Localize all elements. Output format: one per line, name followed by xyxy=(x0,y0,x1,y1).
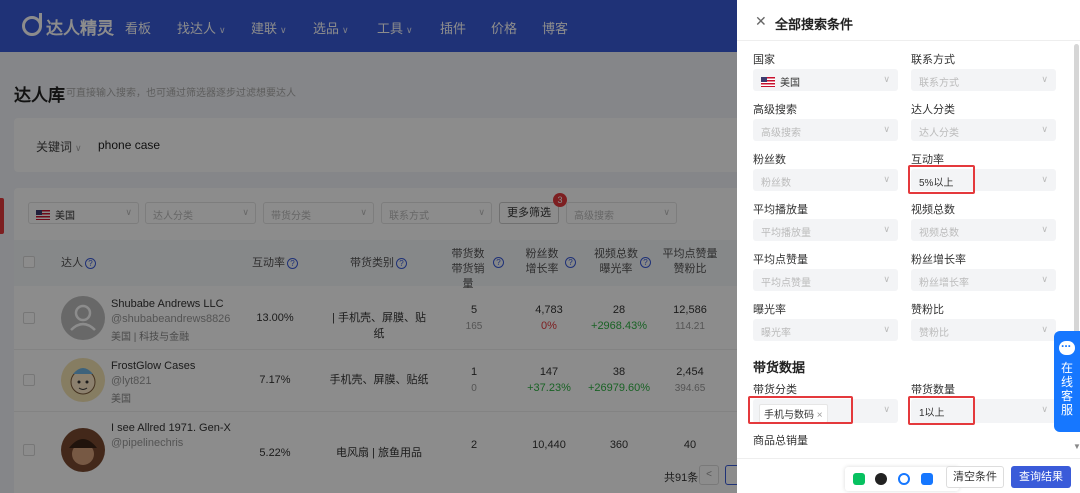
wechat-icon[interactable] xyxy=(853,473,865,485)
drawer-scrollbar[interactable] xyxy=(1074,44,1079,336)
qq-icon[interactable] xyxy=(875,473,887,485)
chevron-down-icon: ∨ xyxy=(1041,74,1048,84)
like-follower-ratio-label: 赞粉比 xyxy=(911,304,944,316)
avg-likes-label: 平均点赞量 xyxy=(753,254,808,266)
creator-category-select[interactable]: 达人分类 ∨ xyxy=(911,119,1056,141)
chevron-down-icon: ∨ xyxy=(883,124,890,134)
exposure-select[interactable]: 曝光率 ∨ xyxy=(753,319,898,341)
chevron-down-icon: ∨ xyxy=(883,174,890,184)
advanced-search-label: 高级搜索 xyxy=(753,104,797,116)
chevron-down-icon: ∨ xyxy=(883,324,890,334)
creator-category-label: 达人分类 xyxy=(911,104,955,116)
chevron-down-icon: ∨ xyxy=(1041,174,1048,184)
avg-likes-select[interactable]: 平均点赞量 ∨ xyxy=(753,269,898,291)
chevron-down-icon: ∨ xyxy=(883,74,890,84)
chevron-down-icon: ∨ xyxy=(1041,404,1048,414)
country-label: 国家 xyxy=(753,54,775,66)
clear-conditions-button[interactable]: 清空条件 xyxy=(946,466,1004,488)
highlight-box xyxy=(908,165,975,194)
highlight-box xyxy=(908,396,975,425)
goods-count-label: 带货数量 xyxy=(911,384,955,396)
chevron-down-icon: ∨ xyxy=(1041,324,1048,334)
chevron-down-icon: ∨ xyxy=(1041,274,1048,284)
query-results-button[interactable]: 查询结果 xyxy=(1011,466,1071,488)
follower-growth-label: 粉丝增长率 xyxy=(911,254,966,266)
chevron-down-icon: ∨ xyxy=(1041,124,1048,134)
highlight-box xyxy=(748,396,853,424)
like-follower-ratio-select[interactable]: 赞粉比 ∨ xyxy=(911,319,1056,341)
country-select[interactable]: 美国 ∨ xyxy=(753,69,898,91)
exposure-label: 曝光率 xyxy=(753,304,786,316)
modal-overlay[interactable] xyxy=(0,0,737,493)
goods-data-section-title: 带货数据 xyxy=(753,360,806,375)
goods-category-label: 带货分类 xyxy=(753,384,797,396)
shield-icon[interactable] xyxy=(921,473,933,485)
followers-select[interactable]: 粉丝数 ∨ xyxy=(753,169,898,191)
chevron-down-icon: ∨ xyxy=(883,224,890,234)
chevron-down-icon: ∨ xyxy=(883,274,890,284)
advanced-search-select[interactable]: 高级搜索 ∨ xyxy=(753,119,898,141)
avg-views-select[interactable]: 平均播放量 ∨ xyxy=(753,219,898,241)
extension-toolbar xyxy=(845,467,959,491)
us-flag-icon xyxy=(761,77,775,87)
drawer-title: 全部搜索条件 xyxy=(775,17,854,32)
chevron-down-icon: ∨ xyxy=(1041,224,1048,234)
avg-views-label: 平均播放量 xyxy=(753,204,808,216)
online-service-button[interactable]: 在线客服 xyxy=(1054,331,1080,432)
follower-growth-select[interactable]: 粉丝增长率 ∨ xyxy=(911,269,1056,291)
cloud-icon[interactable] xyxy=(898,473,910,485)
video-count-select[interactable]: 视频总数 ∨ xyxy=(911,219,1056,241)
divider xyxy=(737,40,1080,41)
scroll-down-icon[interactable]: ▼ xyxy=(1073,442,1080,451)
chevron-down-icon: ∨ xyxy=(883,404,890,414)
contact-label: 联系方式 xyxy=(911,54,955,66)
chat-icon xyxy=(1059,336,1075,355)
close-icon[interactable]: ✕ xyxy=(755,13,767,30)
video-count-label: 视频总数 xyxy=(911,204,955,216)
followers-label: 粉丝数 xyxy=(753,154,786,166)
contact-select[interactable]: 联系方式 ∨ xyxy=(911,69,1056,91)
total-sales-label: 商品总销量 xyxy=(753,435,808,447)
